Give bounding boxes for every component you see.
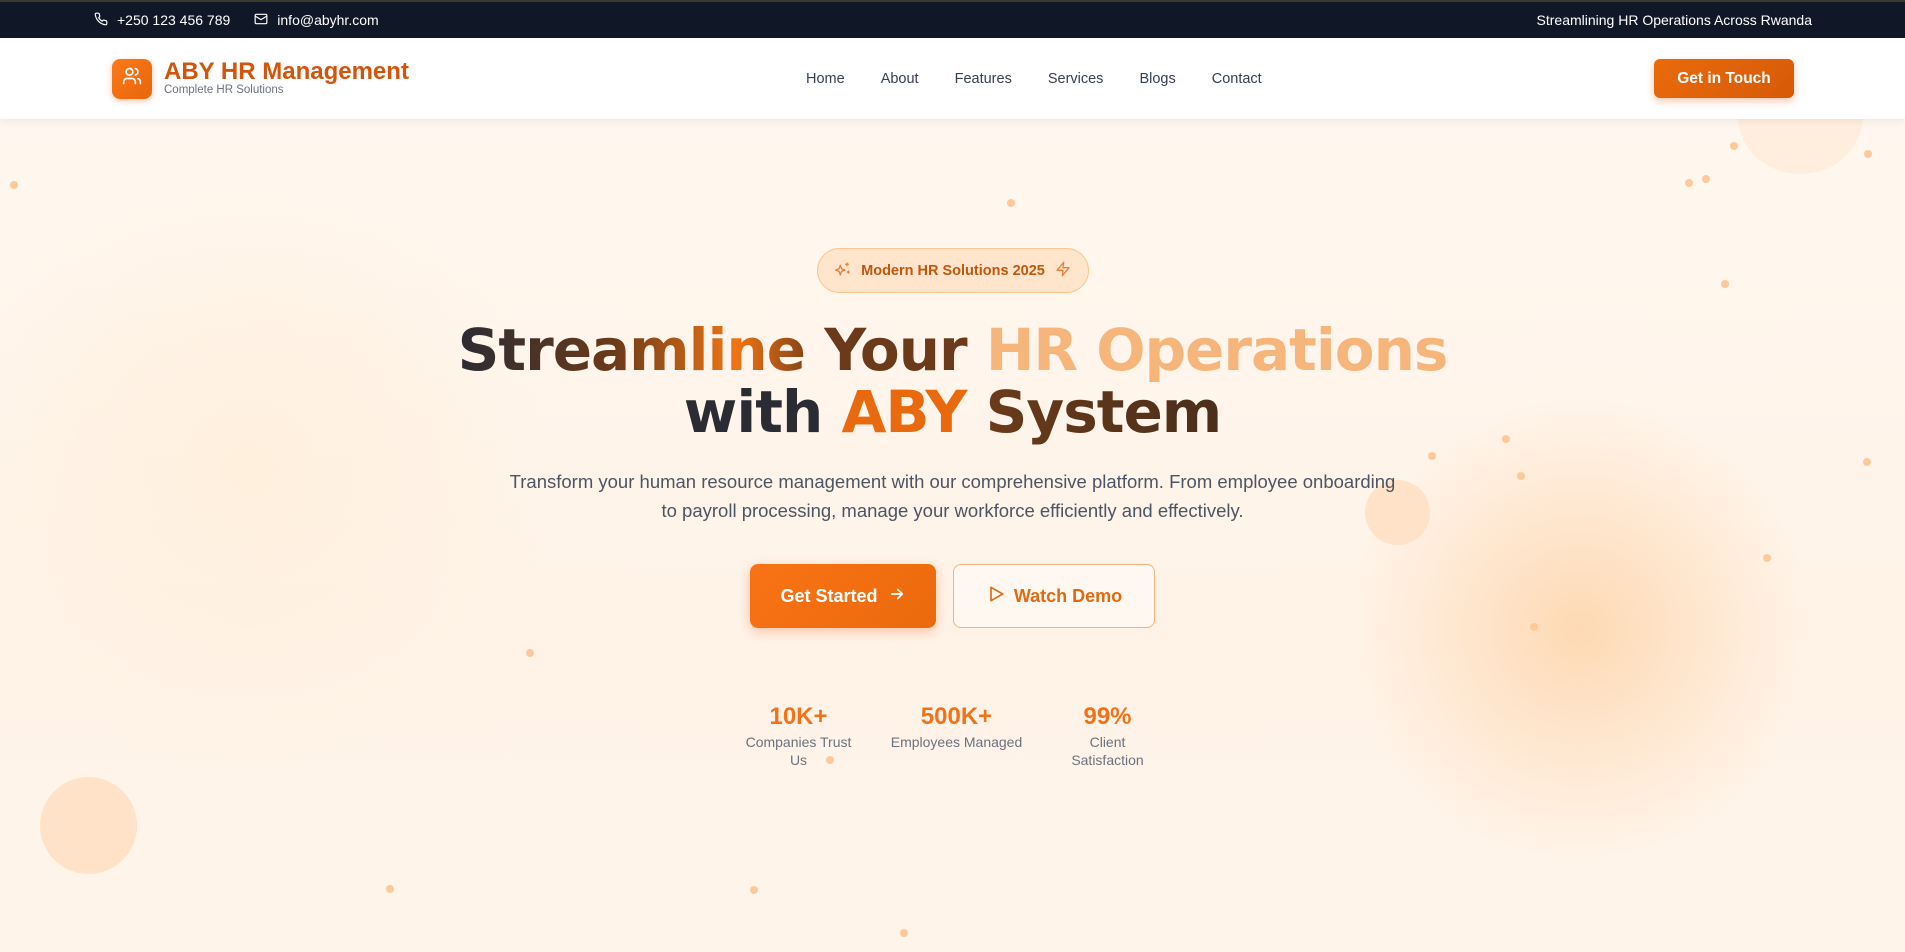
headline-line-1: Streamline Your HR Operations: [0, 319, 1905, 381]
headline-word-streamline: Streamline: [457, 316, 806, 384]
decor-dot: [1863, 458, 1871, 466]
headline-word-hr-operations: HR Operations: [985, 316, 1449, 384]
users-icon: [122, 66, 142, 91]
watch-demo-button[interactable]: Watch Demo: [953, 564, 1155, 628]
nav-about[interactable]: About: [881, 71, 919, 87]
phone-contact[interactable]: +250 123 456 789: [94, 12, 230, 29]
decor-dot: [1864, 150, 1872, 158]
decor-dot: [1702, 175, 1710, 183]
top-contact-bar: +250 123 456 789 info@abyhr.com Streamli…: [0, 0, 1905, 38]
brand-logo[interactable]: ABY HR Management Complete HR Solutions: [112, 58, 409, 99]
get-started-button[interactable]: Get Started: [750, 564, 936, 628]
stat-employees: 500K+ Employees Managed: [890, 703, 1024, 769]
brand-name: ABY HR Management: [164, 58, 409, 85]
decor-dot: [1517, 472, 1525, 480]
logo-badge: [112, 58, 152, 99]
main-nav: Home About Features Services Blogs Conta…: [806, 38, 1298, 119]
decor-dot: [1721, 280, 1729, 288]
watch-demo-label: Watch Demo: [1013, 585, 1123, 606]
decor-bubble: [40, 777, 137, 874]
zap-icon: [1055, 261, 1071, 281]
decor-dot: [750, 886, 758, 894]
stat-companies: 10K+ Companies Trust Us: [736, 703, 862, 769]
email-address: info@abyhr.com: [277, 12, 379, 28]
stat-value: 500K+: [920, 703, 993, 730]
decor-dot: [526, 649, 534, 657]
nav-home[interactable]: Home: [806, 71, 845, 87]
contact-info: +250 123 456 789 info@abyhr.com: [94, 12, 379, 29]
play-icon: [986, 584, 1006, 609]
mail-icon: [254, 12, 268, 29]
stat-value: 10K+: [769, 703, 828, 730]
site-header: ABY HR Management Complete HR Solutions …: [0, 38, 1905, 119]
hero-headline: Streamline Your HR Operations with ABY S…: [0, 319, 1905, 443]
stat-label: Employees Managed: [890, 734, 1023, 750]
get-in-touch-button[interactable]: Get in Touch: [1654, 59, 1794, 98]
headline-word-your: Your: [824, 316, 967, 384]
email-contact[interactable]: info@abyhr.com: [254, 12, 379, 29]
decor-dot: [1685, 179, 1693, 187]
decor-dot: [1763, 554, 1771, 562]
hero-subtitle: Transform your human resource management…: [509, 471, 1396, 521]
headline-line-2: with ABY System: [0, 381, 1905, 443]
sparkles-icon: [835, 261, 851, 281]
phone-number: +250 123 456 789: [117, 12, 231, 28]
nav-blogs[interactable]: Blogs: [1139, 71, 1175, 87]
hero-badge: Modern HR Solutions 2025: [817, 248, 1089, 293]
nav-contact[interactable]: Contact: [1212, 71, 1262, 87]
stat-satisfaction: 99% Client Satisfaction: [1052, 703, 1164, 769]
brand-text: ABY HR Management Complete HR Solutions: [164, 60, 409, 97]
headline-word-with: with: [683, 378, 823, 446]
nav-services[interactable]: Services: [1048, 71, 1104, 87]
hero-section: Modern HR Solutions 2025 Streamline Your…: [0, 119, 1905, 952]
stat-value: 99%: [1083, 703, 1132, 730]
decor-dot: [900, 929, 908, 937]
topbar-tagline: Streamlining HR Operations Across Rwanda: [1536, 12, 1812, 28]
decor-dot: [1007, 199, 1015, 207]
decor-dot: [10, 181, 18, 189]
hero-badge-label: Modern HR Solutions 2025: [861, 262, 1045, 279]
hero-stats: 10K+ Companies Trust Us 500K+ Employees …: [0, 703, 1905, 769]
decor-dot: [1730, 142, 1738, 150]
decor-dot: [386, 885, 394, 893]
headline-word-system: System: [985, 378, 1223, 446]
phone-icon: [94, 12, 108, 29]
brand-tagline: Complete HR Solutions: [164, 84, 284, 96]
nav-features[interactable]: Features: [955, 71, 1012, 87]
arrow-right-icon: [888, 585, 906, 608]
decor-bubble: [1738, 119, 1863, 174]
decor-dot: [1530, 623, 1538, 631]
stat-label: Client Satisfaction: [1071, 734, 1144, 768]
stat-label: Companies Trust Us: [745, 734, 852, 768]
decor-dot: [1428, 452, 1436, 460]
headline-word-aby: ABY: [841, 378, 967, 446]
get-started-label: Get Started: [780, 585, 878, 606]
